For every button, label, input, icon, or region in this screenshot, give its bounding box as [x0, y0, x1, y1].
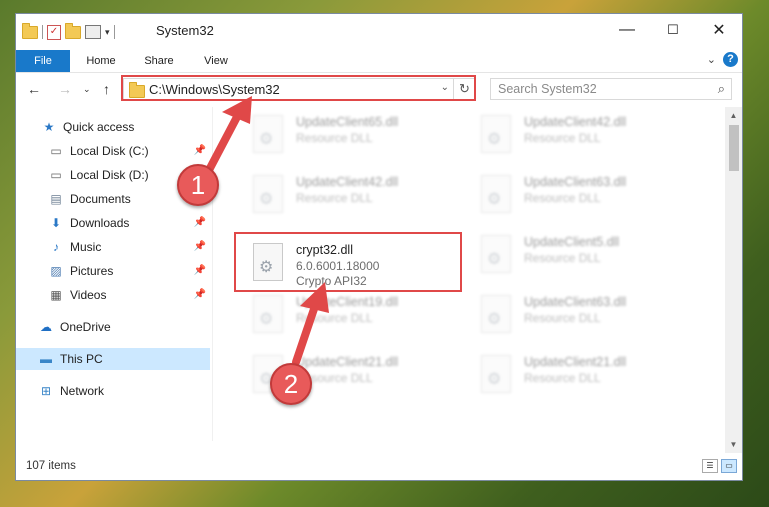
arrow-1: [204, 96, 252, 176]
step-badge-1: 1: [177, 164, 219, 206]
annotation-arrows: [204, 96, 329, 366]
arrow-2: [292, 282, 329, 366]
step-badge-2: 2: [270, 363, 312, 405]
